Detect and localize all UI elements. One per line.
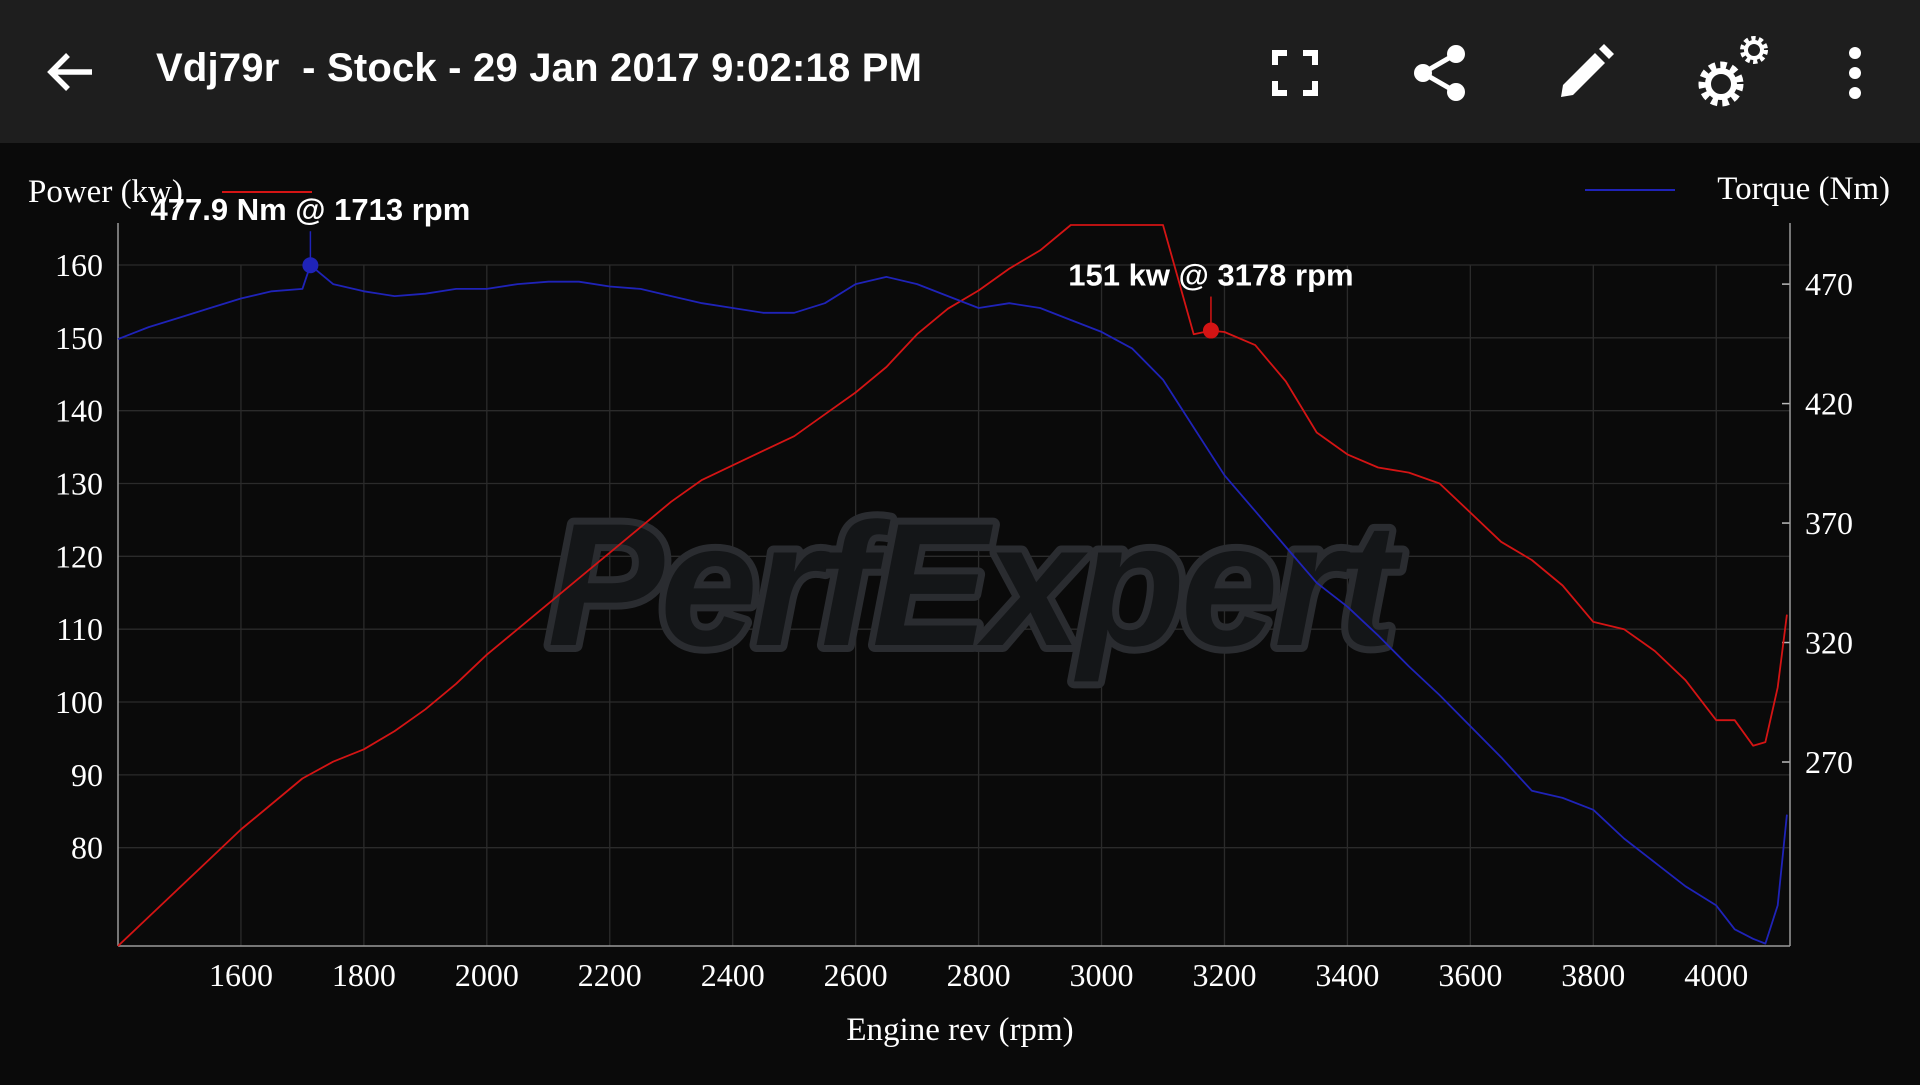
settings-gears-icon [1698,36,1768,107]
page-title: Vdj79r - Stock - 29 Jan 2017 9:02:18 PM [156,46,923,90]
x-tick-label: 2200 [578,957,642,993]
power-peak-marker [1202,322,1219,339]
x-tick-label: 3600 [1438,957,1502,993]
dyno-chart-area: PerfExpert PerfExpert 1600 1800 2000 2200 24… [0,143,1920,1080]
x-tick-label: 2800 [947,957,1011,993]
legend-power-label: Power (kw) [28,174,183,210]
back-button[interactable] [40,42,100,102]
power-peak-label: 151 kw @ 3178 rpm [1068,258,1353,293]
dyno-chart[interactable]: PerfExpert PerfExpert 1600 1800 2000 2200 24… [0,143,1920,1080]
more-options-button[interactable] [1820,38,1890,108]
y-left-tick-label: 140 [55,393,103,429]
app-bar: Vdj79r - Stock - 29 Jan 2017 9:02:18 PM [0,0,1920,143]
torque-peak-marker [302,257,319,274]
y-right-tick-label: 420 [1805,386,1853,422]
fullscreen-icon [1272,50,1318,96]
x-tick-label: 2000 [455,957,519,993]
x-tick-label: 3000 [1070,957,1134,993]
y-right-tick-label: 470 [1805,266,1853,302]
watermark-text-fill: PerfExpert [547,488,1403,683]
settings-button[interactable] [1685,28,1775,118]
y-left-tick-label: 160 [55,247,103,283]
y-left-tick-label: 130 [55,466,103,502]
back-arrow-icon [47,53,92,91]
x-tick-label: 3200 [1192,957,1256,993]
y-right-tick-label: 370 [1805,505,1853,541]
more-vert-icon [1849,47,1861,99]
x-axis-label: Engine rev (rpm) [846,1012,1073,1048]
y-right-tick-label: 270 [1805,744,1853,780]
fullscreen-button[interactable] [1260,38,1330,108]
y-left-tick-label: 110 [56,611,103,647]
share-button[interactable] [1405,38,1475,108]
x-tick-label: 2600 [824,957,888,993]
perfexpert-watermark: PerfExpert PerfExpert [540,481,1414,690]
y-left-tick-label: 120 [55,538,103,574]
y-left-tick-label: 80 [71,830,103,866]
x-tick-label: 3800 [1561,957,1625,993]
y-right-tick-label: 320 [1805,625,1853,661]
legend-torque-label: Torque (Nm) [1717,171,1890,207]
x-tick-label: 2400 [701,957,765,993]
share-icon [1414,45,1465,101]
torque-peak-label: 477.9 Nm @ 1713 rpm [151,192,471,227]
edit-button[interactable] [1550,38,1620,108]
x-tick-label: 1800 [332,957,396,993]
y-left-tick-label: 100 [55,684,103,720]
x-tick-label: 1600 [209,957,273,993]
x-tick-label: 3400 [1315,957,1379,993]
y-left-tick-label: 90 [71,757,103,793]
x-tick-label: 4000 [1684,957,1748,993]
edit-pencil-icon [1561,44,1614,97]
y-left-tick-label: 150 [55,320,103,356]
